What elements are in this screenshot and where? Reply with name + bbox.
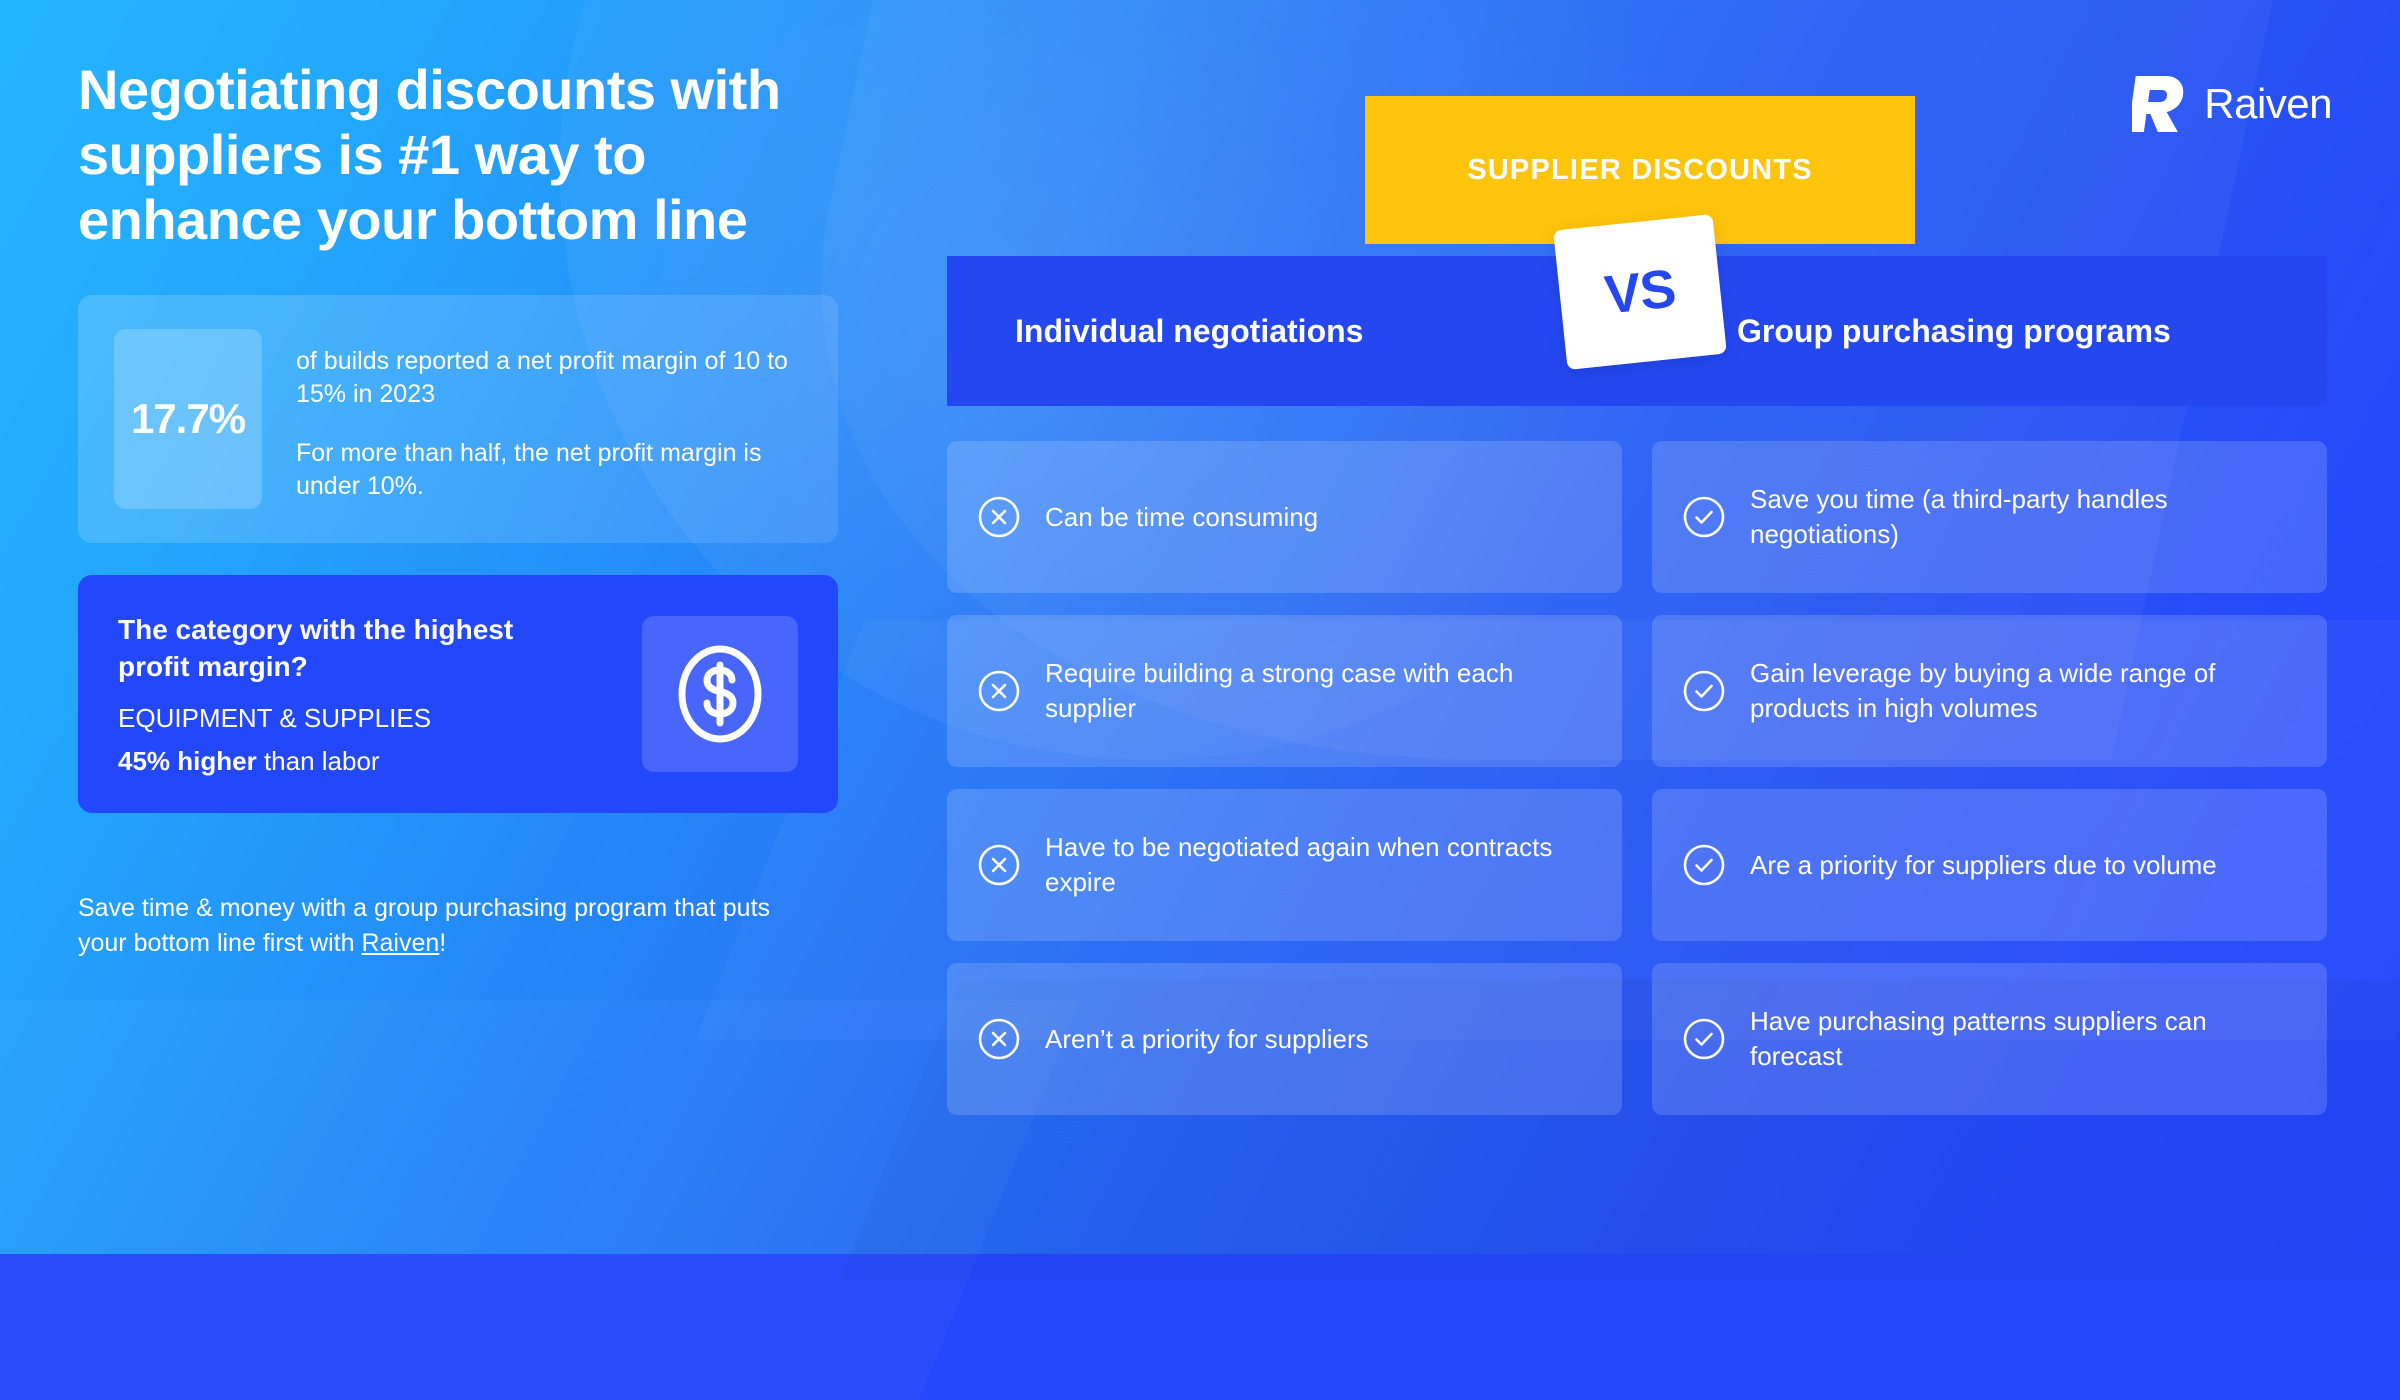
pro-item-text: Save you time (a third-party handles neg… xyxy=(1750,484,2168,549)
brand-name: Raiven xyxy=(2204,80,2332,127)
percent-value: 17.7% xyxy=(130,394,246,442)
raiven-r-mark xyxy=(2132,76,2184,132)
percent-badge: 17.7% xyxy=(114,328,262,509)
x-circle-icon xyxy=(977,669,1021,713)
check-circle-icon xyxy=(1682,843,1726,887)
stat-line-2: For more than half, the net profit margi… xyxy=(296,438,762,500)
x-circle-icon xyxy=(977,495,1021,539)
stat-line-1: of builds reported a net profit margin o… xyxy=(296,346,788,408)
pro-item-text: Have purchasing patterns suppliers can f… xyxy=(1750,1006,2207,1071)
category-note: 45% higher than labor xyxy=(118,746,548,777)
category-answer: EQUIPMENT & SUPPLIES xyxy=(118,702,432,733)
dollar-circle-icon xyxy=(642,615,798,772)
pro-item[interactable]: Are a priority for suppliers due to volu… xyxy=(1652,789,2327,941)
pro-item[interactable]: Save you time (a third-party handles neg… xyxy=(1652,441,2327,593)
stat-card: 17.7% of builds reported a net profit ma… xyxy=(78,294,838,543)
footer-note: Save time & money with a group purchasin… xyxy=(78,891,778,962)
comparison-grid: Can be time consuming Save you time (a t… xyxy=(947,441,2327,1115)
category-card: The category with the highest profit mar… xyxy=(78,574,838,813)
con-item-text: Have to be negotiated again when contrac… xyxy=(1045,832,1553,897)
check-circle-icon xyxy=(1682,1017,1726,1061)
category-question: The category with the highest profit mar… xyxy=(118,613,514,683)
brand-logo: Raiven xyxy=(2132,74,2332,134)
x-circle-icon xyxy=(977,1017,1021,1061)
pro-item[interactable]: Have purchasing patterns suppliers can f… xyxy=(1652,963,2327,1115)
category-text-group: The category with the highest profit mar… xyxy=(118,611,548,777)
left-panel: Negotiating discounts with suppliers is … xyxy=(78,58,838,962)
footer-link-raiven[interactable]: Raiven xyxy=(361,929,439,957)
footer-text-after: ! xyxy=(439,929,447,958)
page-title: Negotiating discounts with suppliers is … xyxy=(78,58,781,251)
pro-item[interactable]: Gain leverage by buying a wide range of … xyxy=(1652,615,2327,767)
stat-text-group: of builds reported a net profit margin o… xyxy=(296,329,802,503)
check-circle-icon xyxy=(1682,669,1726,713)
column-header-right: Group purchasing programs xyxy=(1737,312,2171,349)
column-header-left: Individual negotiations xyxy=(1015,312,1364,349)
x-circle-icon xyxy=(977,843,1021,887)
check-circle-icon xyxy=(1682,495,1726,539)
background-diagonal-band-3 xyxy=(0,1000,1081,1400)
category-note-bold: 45% higher xyxy=(118,745,257,776)
con-item-text: Can be time consuming xyxy=(1045,501,1319,532)
con-item-text: Require building a strong case with each… xyxy=(1045,658,1514,723)
vs-label: VS xyxy=(1602,258,1678,326)
con-item[interactable]: Can be time consuming xyxy=(947,441,1622,593)
con-item[interactable]: Have to be negotiated again when contrac… xyxy=(947,789,1622,941)
con-item[interactable]: Require building a strong case with each… xyxy=(947,615,1622,767)
badge-label: SUPPLIER DISCOUNTS xyxy=(1467,153,1813,186)
con-item-text: Aren’t a priority for suppliers xyxy=(1045,1023,1369,1054)
con-item[interactable]: Aren’t a priority for suppliers xyxy=(947,963,1622,1115)
vs-badge: VS xyxy=(1553,214,1727,370)
category-note-rest: than labor xyxy=(256,745,380,776)
pro-item-text: Gain leverage by buying a wide range of … xyxy=(1750,658,2216,723)
pro-item-text: Are a priority for suppliers due to volu… xyxy=(1750,849,2217,880)
